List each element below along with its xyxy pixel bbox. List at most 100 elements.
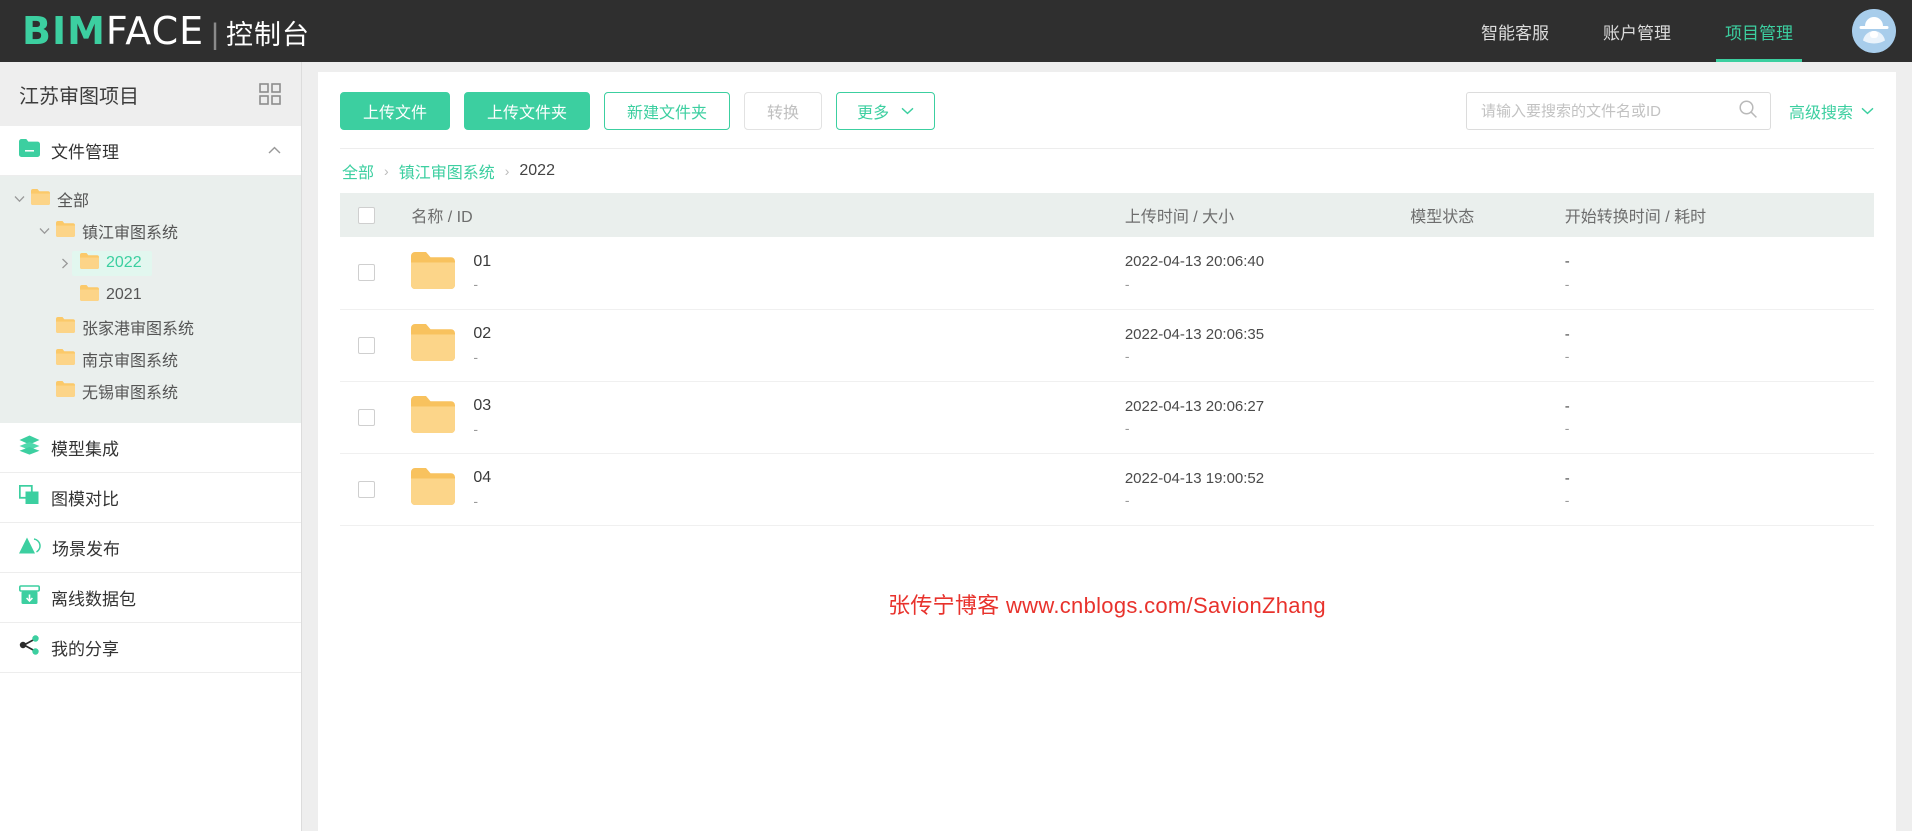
row-id: -: [473, 348, 479, 365]
project-title: 江苏审图项目: [19, 85, 139, 108]
sidebar-item-model-integration[interactable]: 模型集成: [0, 423, 301, 473]
project-header: 江苏审图项目: [0, 62, 301, 126]
tree-node-label: 2022: [106, 254, 142, 271]
tree-node-nanjing[interactable]: 南京审图系统: [0, 343, 301, 375]
row-convert-duration: -: [1564, 347, 1570, 364]
sidebar-item-offline-package[interactable]: 离线数据包: [0, 573, 301, 623]
sidebar-item-label: 模型集成: [51, 440, 119, 459]
advanced-search-link[interactable]: 高级搜索: [1789, 99, 1874, 123]
search-area: 高级搜索: [1465, 92, 1874, 130]
mountain-publish-icon: [19, 536, 41, 560]
row-upload-time: 2022-04-13 19:00:52: [1124, 469, 1265, 487]
tree-node-wuxi[interactable]: 无锡审图系统: [0, 375, 301, 407]
app-header: BIM FACE | 控制台 智能客服 账户管理 项目管理: [0, 0, 1912, 62]
folder-green-icon: [19, 139, 40, 162]
main-content: 上传文件 上传文件夹 新建文件夹 转换 更多 请输入要搜索的文件名或ID 高级搜…: [302, 62, 1912, 831]
column-header-name[interactable]: 名称 / ID: [411, 193, 1125, 237]
row-upload-cell: 2022-04-13 20:06:27 -: [1124, 381, 1411, 454]
grid-view-icon[interactable]: [259, 83, 281, 105]
chevron-down-icon[interactable]: [12, 192, 26, 206]
more-button[interactable]: 更多: [836, 92, 936, 130]
row-name[interactable]: 01: [473, 250, 491, 275]
nav-item-customer-service[interactable]: 智能客服: [1454, 0, 1576, 62]
column-header-convert-time[interactable]: 开始转换时间 / 耗时: [1564, 193, 1874, 237]
folder-yellow-icon: [56, 316, 75, 338]
breadcrumb-item-all[interactable]: 全部: [342, 159, 374, 183]
row-upload-time: 2022-04-13 20:06:27: [1124, 397, 1265, 415]
row-checkbox[interactable]: [358, 264, 375, 282]
brand-logo[interactable]: BIM FACE | 控制台: [22, 9, 310, 53]
chevron-up-icon[interactable]: [268, 143, 281, 158]
breadcrumb-item-zhenjiang[interactable]: 镇江审图系统: [399, 159, 495, 183]
sidebar-item-my-shares[interactable]: 我的分享: [0, 623, 301, 673]
row-id: -: [473, 276, 479, 293]
row-name[interactable]: 04: [473, 466, 491, 491]
sidebar-item-drawing-model-compare[interactable]: 图模对比: [0, 473, 301, 523]
folder-yellow-icon: [56, 220, 75, 242]
sidebar-item-label: 图模对比: [51, 490, 119, 509]
tree-node-2022[interactable]: 2022: [0, 247, 301, 279]
row-id: -: [473, 420, 479, 437]
row-convert-cell: - -: [1564, 309, 1874, 382]
tree-node-zhenjiang[interactable]: 镇江审图系统: [0, 215, 301, 247]
table-row[interactable]: 02 - 2022-04-13 20:06:35 - - -: [340, 309, 1874, 382]
row-convert-cell: - -: [1564, 237, 1874, 310]
nav-item-account-management[interactable]: 账户管理: [1576, 0, 1698, 62]
button-label: 新建文件夹: [627, 105, 708, 122]
sidebar-item-scene-publish[interactable]: 场景发布: [0, 523, 301, 573]
table-row[interactable]: 04 - 2022-04-13 19:00:52 - - -: [340, 453, 1874, 526]
breadcrumb-separator: ›: [384, 163, 389, 179]
tree-node-label: 南京审图系统: [82, 353, 179, 370]
row-status-cell: [1410, 237, 1565, 310]
row-checkbox-cell: [340, 453, 412, 526]
row-name-cell: 02 -: [411, 309, 1125, 382]
row-size: -: [1124, 347, 1130, 364]
row-convert-duration: -: [1564, 275, 1570, 292]
row-name-cell: 01 -: [411, 237, 1125, 310]
tree-node-zhangjiagang[interactable]: 张家港审图系统: [0, 311, 301, 343]
row-checkbox-cell: [340, 309, 412, 382]
row-name[interactable]: 03: [473, 394, 491, 419]
select-all-header: [340, 193, 412, 237]
advanced-search-label: 高级搜索: [1788, 105, 1853, 122]
column-header-model-status[interactable]: 模型状态: [1410, 193, 1565, 237]
download-box-icon: [19, 585, 40, 610]
select-all-checkbox[interactable]: [358, 206, 375, 224]
logo-console-text: 控制台: [225, 20, 310, 50]
new-folder-button[interactable]: 新建文件夹: [604, 92, 731, 130]
row-name[interactable]: 02: [473, 322, 491, 347]
sidebar-item-file-management[interactable]: 文件管理: [0, 126, 301, 176]
chevron-down-icon[interactable]: [37, 224, 51, 238]
row-size: -: [1124, 419, 1130, 436]
user-avatar-icon[interactable]: [1852, 9, 1896, 53]
row-convert-cell: - -: [1564, 381, 1874, 454]
row-convert-start: -: [1564, 397, 1570, 415]
search-icon[interactable]: [1738, 99, 1758, 124]
row-upload-time: 2022-04-13 20:06:40: [1124, 253, 1265, 271]
tree-node-all[interactable]: 全部: [0, 183, 301, 215]
sidebar-item-label: 我的分享: [51, 640, 119, 659]
sidebar-item-label: 离线数据包: [51, 590, 136, 609]
row-checkbox[interactable]: [358, 336, 375, 354]
row-size: -: [1124, 275, 1130, 292]
row-checkbox[interactable]: [358, 408, 375, 426]
chevron-right-icon[interactable]: [58, 256, 72, 270]
search-input[interactable]: [1480, 102, 1738, 120]
nav-item-project-management[interactable]: 项目管理: [1698, 0, 1820, 62]
watermark-text: 张传宁博客 www.cnblogs.com/SavionZhang: [888, 592, 1326, 618]
table-row[interactable]: 01 - 2022-04-13 20:06:40 - - -: [340, 237, 1874, 310]
upload-folder-button[interactable]: 上传文件夹: [464, 92, 591, 130]
search-box[interactable]: [1465, 92, 1771, 130]
column-header-upload-time[interactable]: 上传时间 / 大小: [1124, 193, 1411, 237]
breadcrumb-separator: ›: [504, 163, 510, 179]
share-nodes-icon: [19, 635, 40, 660]
table-row[interactable]: 03 - 2022-04-13 20:06:27 - - -: [340, 381, 1874, 454]
upload-file-button[interactable]: 上传文件: [340, 92, 451, 130]
table-body: 01 - 2022-04-13 20:06:40 - - - 02 - 2022…: [340, 237, 1874, 526]
row-checkbox[interactable]: [358, 480, 375, 498]
nav-label: 项目管理: [1725, 23, 1793, 43]
button-label: 更多: [857, 105, 890, 122]
tree-node-2021[interactable]: 2021: [0, 279, 301, 311]
file-list-table: 名称 / ID 上传时间 / 大小 模型状态 开始转换时间 / 耗时 01 - …: [340, 193, 1874, 526]
breadcrumb-item-current: 2022: [519, 162, 555, 179]
